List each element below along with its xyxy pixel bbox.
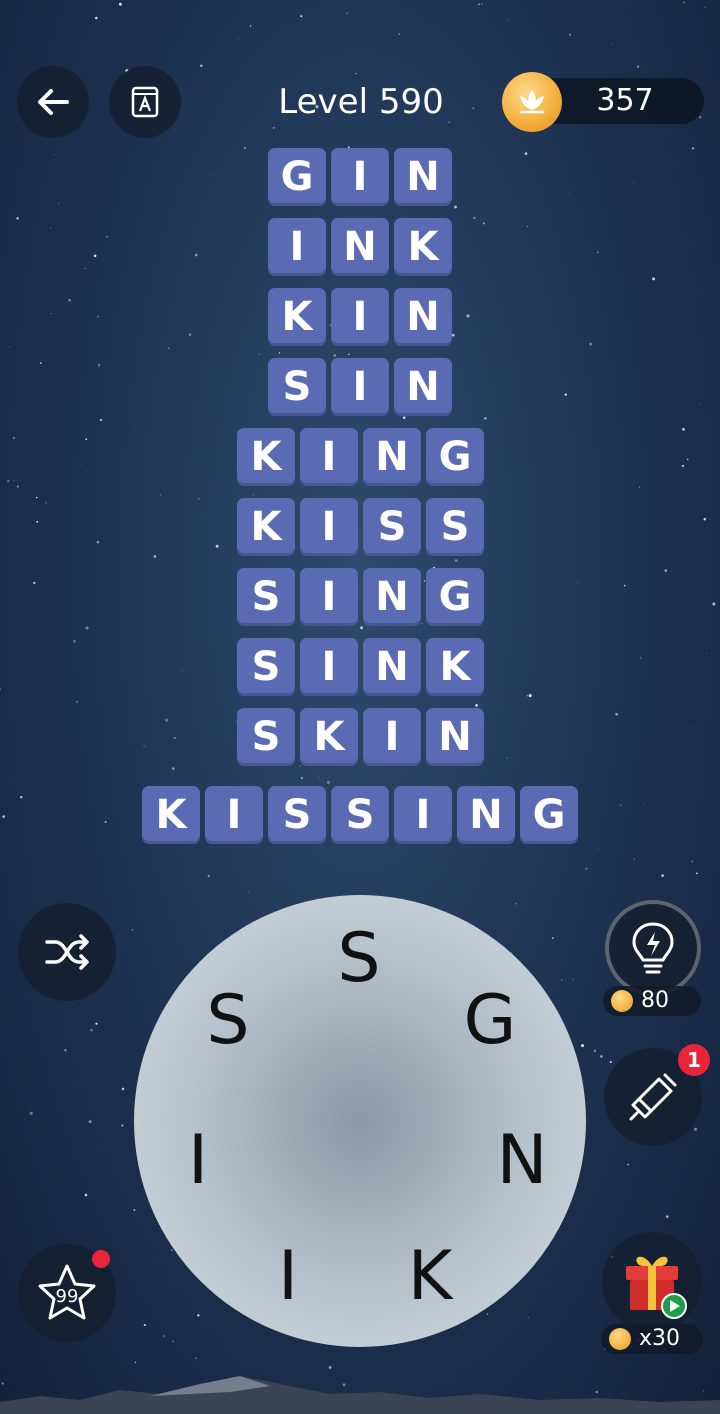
letter-tile: G [520, 786, 578, 844]
firework-rocket-icon [629, 1073, 677, 1121]
mountain-silhouette [0, 1376, 720, 1414]
hint-cost-value: 80 [641, 988, 669, 1013]
notification-dot [92, 1250, 110, 1268]
lotus-coin-icon [502, 72, 562, 132]
gift-reward-value: x30 [639, 1326, 681, 1351]
wheel-letter[interactable]: N [482, 1116, 562, 1206]
letter-tile: I [331, 358, 389, 416]
dictionary-button[interactable] [109, 66, 181, 138]
level-title: Level 590 [278, 82, 444, 122]
letter-tile: K [394, 218, 452, 276]
letter-tile: K [237, 498, 295, 556]
letter-tile: S [363, 498, 421, 556]
coin-count: 357 [596, 83, 654, 118]
wheel-letter[interactable]: S [319, 914, 399, 1004]
letter-tile: S [331, 786, 389, 844]
letter-tile: K [426, 638, 484, 696]
wheel-letter[interactable]: I [248, 1232, 328, 1322]
wheel-letter[interactable]: S [188, 976, 268, 1066]
letter-tile: I [268, 218, 326, 276]
letter-tile: S [268, 358, 326, 416]
letter-tile: N [331, 218, 389, 276]
shuffle-icon [45, 934, 89, 970]
letter-tile: N [394, 288, 452, 346]
letter-tile: N [457, 786, 515, 844]
letter-tile: K [142, 786, 200, 844]
coin-icon [609, 1328, 631, 1350]
arrow-left-icon [38, 89, 69, 115]
firework-badge: 1 [678, 1044, 710, 1076]
letter-tile: N [363, 638, 421, 696]
shuffle-button[interactable] [18, 903, 116, 1001]
letter-tile: I [300, 568, 358, 626]
gift-reward: x30 [601, 1324, 703, 1354]
wheel-letter[interactable]: K [390, 1232, 470, 1322]
letter-tile: I [331, 288, 389, 346]
letter-tile: S [426, 498, 484, 556]
letter-tile: I [205, 786, 263, 844]
letter-tile: K [300, 708, 358, 766]
letter-tile: K [268, 288, 326, 346]
letter-tile: N [363, 568, 421, 626]
wheel-letter[interactable]: I [158, 1116, 238, 1206]
letter-tile: N [394, 148, 452, 206]
coin-icon [611, 990, 633, 1012]
letter-tile: K [237, 428, 295, 486]
dictionary-icon [131, 86, 159, 118]
letter-tile: I [363, 708, 421, 766]
letter-tile: G [268, 148, 326, 206]
letter-tile: S [268, 786, 326, 844]
hint-button[interactable] [605, 900, 701, 996]
letter-tile: G [426, 428, 484, 486]
letter-tile: N [363, 428, 421, 486]
gift-video-icon [626, 1256, 687, 1319]
letter-tile: N [394, 358, 452, 416]
letter-tile: S [237, 568, 295, 626]
lightbulb-icon [632, 922, 674, 974]
hint-cost: 80 [603, 986, 701, 1016]
letter-tile: S [237, 638, 295, 696]
letter-tile: N [426, 708, 484, 766]
star-icon: 99 [38, 1264, 96, 1320]
free-coins-gift-button[interactable] [602, 1232, 702, 1332]
letter-tile: I [300, 498, 358, 556]
letter-tile: G [426, 568, 484, 626]
wheel-letter[interactable]: G [450, 976, 530, 1066]
back-button[interactable] [17, 66, 89, 138]
letter-tile: I [300, 428, 358, 486]
letter-tile: I [394, 786, 452, 844]
letter-tile: S [237, 708, 295, 766]
letter-tile: I [300, 638, 358, 696]
letter-tile: I [331, 148, 389, 206]
star-count: 99 [56, 1286, 79, 1307]
